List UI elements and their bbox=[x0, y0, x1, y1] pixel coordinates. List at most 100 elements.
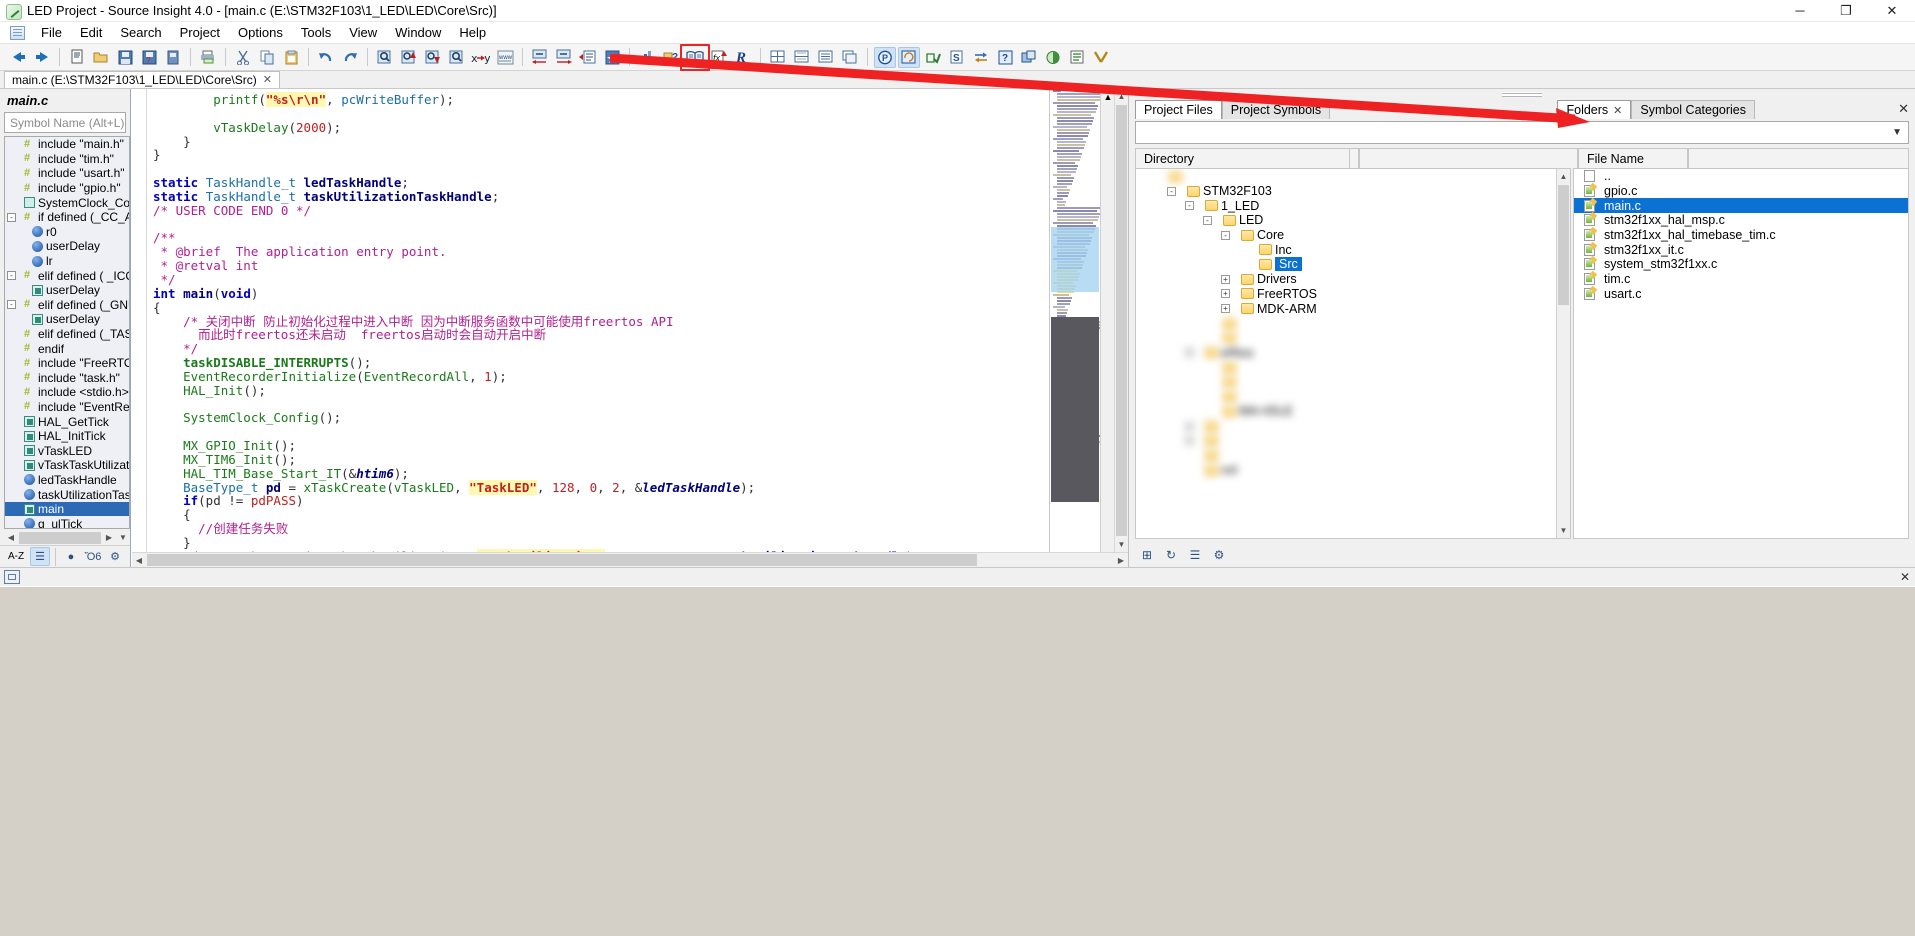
menu-item-tools[interactable]: Tools bbox=[292, 23, 340, 42]
file-properties-button[interactable]: ☰ bbox=[1185, 546, 1205, 565]
undo-icon[interactable] bbox=[315, 47, 337, 68]
file-name-list[interactable]: .. gpio.c main.c stm32f1xx_hal_msp.c stm32f1… bbox=[1573, 168, 1909, 539]
scroll-right-icon[interactable]: ▶ bbox=[102, 530, 116, 545]
symbol-list-item[interactable]: taskUtilizationTaskI bbox=[5, 487, 129, 502]
symbol-list-item[interactable]: r0 bbox=[5, 225, 129, 240]
directory-tree-item[interactable]: + FreeRTOS bbox=[1136, 287, 1570, 302]
directory-tree-item[interactable] bbox=[1136, 448, 1570, 463]
file-list-item[interactable]: tim.c bbox=[1574, 272, 1908, 287]
menu-item-window[interactable]: Window bbox=[386, 23, 450, 42]
symbol-window-button[interactable]: Ὅ6 bbox=[83, 547, 103, 566]
symbol-list-item[interactable]: # include "FreeRTOS. bbox=[5, 356, 129, 371]
column-header-file-name[interactable]: File Name bbox=[1578, 148, 1688, 168]
symbol-filter-button[interactable]: ● bbox=[61, 547, 81, 566]
scroll-up-icon[interactable]: ▲ bbox=[1115, 89, 1128, 104]
menu-item-file[interactable]: File bbox=[32, 23, 71, 42]
symbol-search-input[interactable]: Symbol Name (Alt+L) bbox=[4, 112, 126, 133]
project-settings-button[interactable]: ⚙ bbox=[1209, 546, 1229, 565]
directory-tree[interactable]: - STM32F103-1_LED - LED - Core Inc Src + Drivers +… bbox=[1135, 168, 1571, 539]
outline-view-button[interactable]: ☰ bbox=[30, 547, 50, 566]
menu-item-help[interactable]: Help bbox=[450, 23, 495, 42]
symbol-list[interactable]: # include "main.h" # include "tim.h" # includ… bbox=[4, 136, 130, 529]
web-search-icon[interactable]: www bbox=[494, 47, 516, 68]
build-icon[interactable] bbox=[1066, 47, 1088, 68]
symbol-list-item[interactable]: userDelay bbox=[5, 312, 129, 327]
symbol-list-hscrollbar[interactable]: ◀ ▶ ▼ bbox=[4, 530, 130, 545]
file-list-item[interactable]: stm32f1xx_hal_msp.c bbox=[1574, 213, 1908, 228]
tree-expander-icon[interactable]: - bbox=[1167, 186, 1176, 196]
paste-icon[interactable] bbox=[280, 47, 302, 68]
forward-icon[interactable] bbox=[31, 47, 53, 68]
directory-tree-item[interactable]: + eRtos bbox=[1136, 345, 1570, 360]
scroll-dropdown-icon[interactable]: ▼ bbox=[116, 530, 130, 545]
symbol-window-icon[interactable] bbox=[684, 47, 706, 68]
search-backward-icon[interactable] bbox=[398, 47, 420, 68]
tree-expander-icon[interactable]: - bbox=[7, 300, 16, 310]
new-file-icon[interactable] bbox=[66, 47, 88, 68]
close-icon[interactable]: ✕ bbox=[1900, 570, 1910, 584]
directory-tree-item[interactable]: Inc bbox=[1136, 242, 1570, 257]
panel-close-button[interactable]: ✕ bbox=[1898, 101, 1909, 117]
scroll-right-icon[interactable]: ▶ bbox=[1114, 552, 1128, 568]
close-file-icon[interactable] bbox=[162, 47, 184, 68]
scroll-down-icon[interactable]: ▼ bbox=[1115, 537, 1128, 552]
symbol-options-button[interactable]: ⚙ bbox=[105, 547, 125, 566]
scroll-thumb[interactable] bbox=[1116, 105, 1127, 536]
tree-expander-icon[interactable]: + bbox=[1221, 289, 1230, 299]
tile-windows-icon[interactable] bbox=[767, 47, 789, 68]
scroll-up-icon[interactable]: ▲ bbox=[1101, 89, 1114, 104]
sort-alphabetical-button[interactable]: A-Z bbox=[4, 547, 28, 566]
symbol-list-item[interactable]: HAL_InitTick bbox=[5, 429, 129, 444]
close-button[interactable]: ✕ bbox=[1869, 0, 1915, 22]
redo-icon[interactable] bbox=[339, 47, 361, 68]
scroll-thumb[interactable] bbox=[147, 554, 977, 566]
maximize-button[interactable]: ❐ bbox=[1823, 0, 1869, 22]
tree-expander-icon[interactable]: - bbox=[7, 271, 16, 281]
directory-tree-scrollbar[interactable]: ▲ ▼ bbox=[1556, 169, 1570, 538]
symbol-list-item[interactable]: userDelay bbox=[5, 239, 129, 254]
print-icon[interactable] bbox=[197, 47, 219, 68]
file-list-item[interactable]: stm32f1xx_hal_timebase_tim.c bbox=[1574, 228, 1908, 243]
rebuild-project-icon[interactable] bbox=[970, 47, 992, 68]
symbol-list-item[interactable]: - # elif defined ( _ICC/ bbox=[5, 268, 129, 283]
function-list-icon[interactable]: fx bbox=[708, 47, 730, 68]
search-forward-icon[interactable] bbox=[422, 47, 444, 68]
tree-expander-icon[interactable]: + bbox=[1221, 304, 1230, 314]
directory-tree-item[interactable] bbox=[1136, 331, 1570, 346]
directory-tree-item[interactable]: + MDK-ARM bbox=[1136, 301, 1570, 316]
symbol-list-item[interactable]: # include "EventReco bbox=[5, 400, 129, 415]
scroll-up-icon[interactable]: ▲ bbox=[1557, 169, 1570, 184]
browse-project-symbols-icon[interactable] bbox=[1042, 47, 1064, 68]
scroll-thumb[interactable] bbox=[1558, 185, 1569, 305]
cut-icon[interactable] bbox=[232, 47, 254, 68]
minimap-scrollbar[interactable]: ▲ bbox=[1100, 89, 1114, 552]
minimap-viewport[interactable] bbox=[1051, 227, 1099, 292]
scroll-left-icon[interactable]: ◀ bbox=[4, 530, 18, 545]
source-links-icon[interactable]: S bbox=[946, 47, 968, 68]
editor-overview-minimap[interactable]: ▲ bbox=[1049, 89, 1114, 552]
context-window-icon[interactable] bbox=[636, 47, 658, 68]
symbol-list-item[interactable]: g_ulTick bbox=[5, 516, 129, 528]
menu-item-view[interactable]: View bbox=[340, 23, 386, 42]
directory-tree-item[interactable] bbox=[1136, 375, 1570, 390]
directory-tree-item[interactable]: vol bbox=[1136, 463, 1570, 478]
jump-next-icon[interactable] bbox=[553, 47, 575, 68]
symbol-list-item[interactable]: vTaskTaskUtilizatio bbox=[5, 458, 129, 473]
directory-tree-item[interactable]: - Core bbox=[1136, 228, 1570, 243]
symbol-list-item[interactable]: # include "usart.h" bbox=[5, 166, 129, 181]
add-remove-project-files-button[interactable]: ⊞ bbox=[1137, 546, 1157, 565]
symbol-list-item[interactable]: userDelay bbox=[5, 283, 129, 298]
panel-drag-handle[interactable] bbox=[1129, 89, 1915, 99]
sync-project-icon[interactable] bbox=[898, 46, 920, 68]
column-header-directory[interactable]: Directory bbox=[1135, 148, 1350, 168]
symbol-list-item[interactable]: - # elif defined (_GNU bbox=[5, 298, 129, 313]
project-window-icon[interactable]: P bbox=[874, 46, 896, 68]
scroll-left-icon[interactable]: ◀ bbox=[132, 552, 146, 568]
directory-tree-item[interactable]: + Drivers bbox=[1136, 272, 1570, 287]
directory-tree-item[interactable]: Src bbox=[1136, 257, 1570, 272]
save-as-icon[interactable]: ? bbox=[138, 47, 160, 68]
document-system-icon[interactable] bbox=[10, 25, 25, 40]
file-list-item[interactable]: usart.c bbox=[1574, 287, 1908, 302]
minimize-button[interactable]: ─ bbox=[1777, 0, 1823, 22]
smart-rename-icon[interactable]: ? bbox=[660, 47, 682, 68]
